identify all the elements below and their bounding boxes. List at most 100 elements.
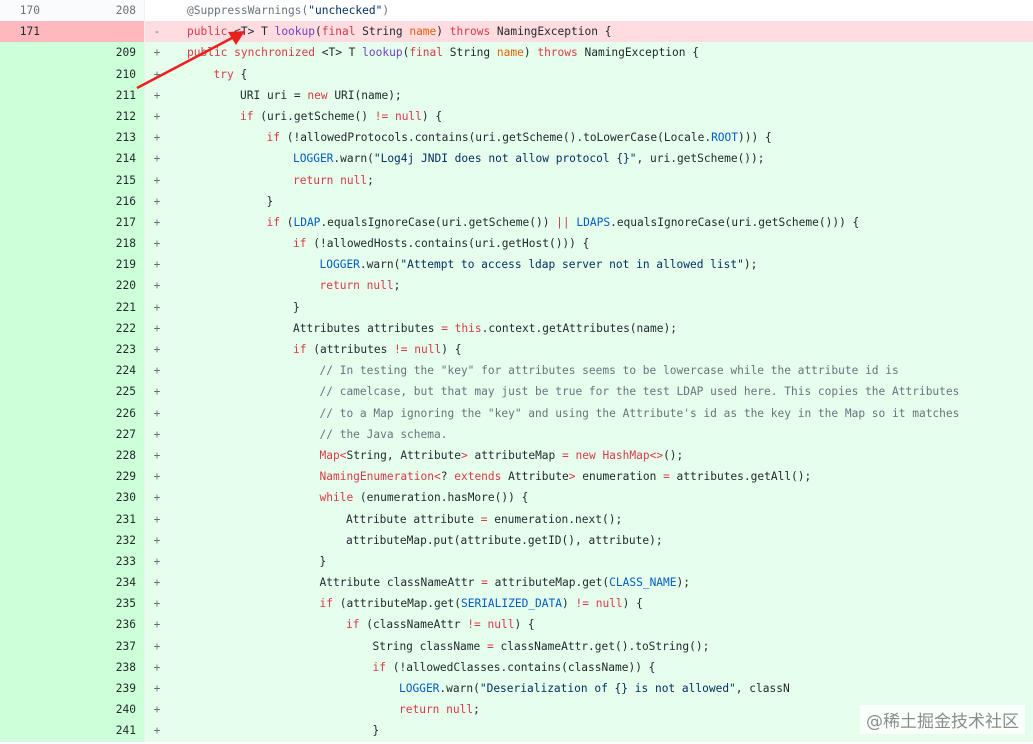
new-line-number[interactable]: 223 — [48, 339, 145, 361]
new-line-number[interactable]: 235 — [48, 593, 145, 615]
new-line-number[interactable]: 212 — [48, 105, 145, 128]
old-line-number[interactable] — [0, 487, 48, 509]
diff-marker: + — [153, 660, 161, 674]
code-token: ) { — [514, 618, 535, 632]
new-line-number[interactable]: 221 — [48, 296, 145, 318]
old-line-number[interactable] — [0, 402, 48, 424]
code-token: > — [568, 470, 583, 484]
code-token: // to a Map ignoring the "key" and using… — [319, 406, 960, 420]
code-token: public — [187, 25, 235, 39]
new-line-number[interactable]: 231 — [48, 508, 145, 530]
new-line-number[interactable]: 232 — [48, 529, 145, 551]
old-line-number[interactable] — [0, 148, 48, 170]
new-line-number[interactable]: 209 — [48, 42, 145, 64]
old-line-number[interactable] — [0, 211, 48, 234]
new-line-number[interactable]: 238 — [48, 656, 145, 678]
old-line-number[interactable] — [0, 444, 48, 467]
new-line-number[interactable]: 211 — [48, 84, 145, 106]
diff-marker: + — [153, 279, 161, 293]
diff-view: 170 208 @SuppressWarnings("unchecked") 171 -… — [0, 0, 1033, 742]
code-token: .equalsIgnoreCase(uri.getScheme()) — [320, 215, 557, 229]
old-line-number[interactable] — [0, 360, 48, 382]
new-line-number[interactable]: 229 — [48, 466, 145, 488]
new-line-number[interactable]: 216 — [48, 190, 145, 212]
new-line-number[interactable]: 226 — [48, 402, 145, 424]
code-token: this — [454, 321, 482, 335]
code-token: name — [496, 46, 524, 60]
code-token: LDAP — [293, 215, 321, 229]
old-line-number[interactable] — [0, 508, 48, 530]
old-line-number[interactable] — [0, 423, 48, 445]
old-line-number[interactable] — [0, 656, 48, 678]
new-line-number[interactable]: 220 — [48, 275, 145, 297]
new-line-number[interactable]: 228 — [48, 444, 145, 467]
diff-marker: + — [153, 724, 161, 738]
old-line-number[interactable] — [0, 42, 48, 64]
old-line-number[interactable] — [0, 63, 48, 85]
new-line-number[interactable]: 224 — [48, 360, 145, 382]
new-line-number[interactable]: 230 — [48, 487, 145, 509]
new-line-number[interactable]: 222 — [48, 317, 145, 339]
code-token: { — [240, 67, 248, 81]
new-line-number[interactable]: 218 — [48, 233, 145, 255]
old-line-number[interactable] — [0, 466, 48, 488]
old-line-number[interactable] — [0, 614, 48, 636]
new-line-number[interactable]: 219 — [48, 254, 145, 276]
old-line-number[interactable] — [0, 572, 48, 594]
code-token: if — [293, 237, 314, 251]
code-token: (!allowedProtocols.contains(uri.getSchem… — [286, 131, 712, 145]
new-line-number[interactable]: 214 — [48, 148, 145, 170]
new-line-number[interactable]: 210 — [48, 63, 145, 85]
new-line-number[interactable]: 213 — [48, 127, 145, 149]
new-line-number[interactable]: 241 — [48, 720, 145, 742]
diff-row: 171- public <T> T lookup(final String nam… — [0, 21, 1033, 43]
old-line-number[interactable] — [0, 678, 48, 700]
code-token: Map< — [319, 448, 347, 462]
old-line-number[interactable] — [0, 317, 48, 339]
code-token: (!allowedHosts.contains(uri.getHost())) … — [313, 237, 590, 251]
new-line-number[interactable]: 217 — [48, 211, 145, 234]
old-line-number[interactable] — [0, 84, 48, 106]
old-line-number[interactable] — [0, 550, 48, 573]
diff-marker: + — [153, 364, 161, 378]
new-line-number[interactable]: 233 — [48, 550, 145, 573]
new-line-number[interactable]: 208 — [48, 0, 145, 22]
code-line: } — [163, 191, 274, 212]
code-line: // In testing the "key" for attributes s… — [163, 360, 899, 381]
new-line-number[interactable]: 234 — [48, 572, 145, 594]
code-token: NamingEnumeration< — [319, 470, 441, 484]
code-token: ) — [562, 597, 576, 611]
new-line-number[interactable]: 225 — [48, 381, 145, 403]
old-line-number[interactable] — [0, 635, 48, 657]
old-line-number[interactable] — [0, 699, 48, 721]
diff-marker: + — [153, 597, 161, 611]
old-line-number[interactable] — [0, 529, 48, 551]
old-line-number[interactable] — [0, 190, 48, 212]
old-line-number[interactable] — [0, 275, 48, 297]
old-line-number[interactable] — [0, 720, 48, 742]
diff-row: 209 + public synchronized <T> T lookup(fin… — [0, 42, 1033, 64]
old-line-number[interactable] — [0, 593, 48, 615]
old-line-number[interactable] — [0, 339, 48, 361]
old-line-number[interactable] — [0, 169, 48, 191]
old-line-number[interactable] — [0, 105, 48, 128]
new-line-number[interactable]: 215 — [48, 169, 145, 191]
code-token: (uri.getScheme() — [260, 109, 375, 123]
new-line-number[interactable]: 237 — [48, 635, 145, 657]
old-line-number[interactable]: 171 — [0, 21, 48, 43]
new-line-number[interactable]: 236 — [48, 614, 145, 636]
diff-row: 231 + Attribute attribute = enumeration.ne… — [0, 508, 1033, 530]
new-line-number[interactable]: 240 — [48, 699, 145, 721]
new-line-number[interactable] — [48, 21, 145, 43]
new-line-number[interactable]: 239 — [48, 678, 145, 700]
new-line-number[interactable]: 227 — [48, 423, 145, 445]
old-line-number[interactable] — [0, 127, 48, 149]
diff-row: 223 + if (attributes != null) { — [0, 339, 1033, 361]
old-line-number[interactable] — [0, 254, 48, 276]
old-line-number[interactable] — [0, 233, 48, 255]
old-line-number[interactable]: 170 — [0, 0, 48, 22]
code-line: return null; — [163, 170, 374, 191]
diff-marker: + — [153, 448, 161, 462]
old-line-number[interactable] — [0, 296, 48, 318]
old-line-number[interactable] — [0, 381, 48, 403]
